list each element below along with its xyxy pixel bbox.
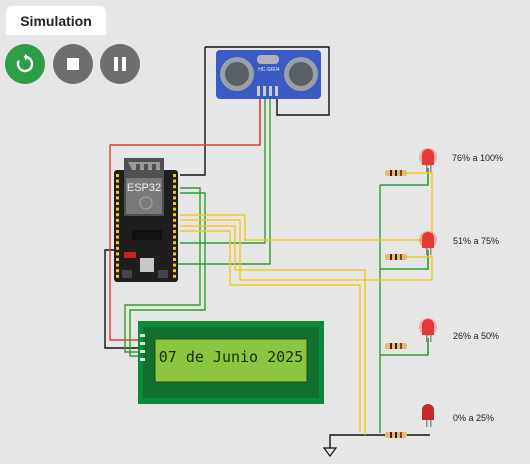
lcd-text: 07 de Junio 2025 bbox=[159, 348, 304, 366]
esp32-pin bbox=[116, 235, 119, 239]
esp32-pin bbox=[173, 246, 176, 250]
esp32-pin bbox=[116, 252, 119, 256]
esp32-pin bbox=[173, 258, 176, 261]
esp32-pin bbox=[173, 241, 176, 245]
esp32-pin bbox=[173, 179, 176, 183]
esp32-pin bbox=[116, 218, 119, 222]
resistor-3 bbox=[385, 343, 407, 349]
led-1-label: 76% a 100% bbox=[452, 153, 503, 163]
esp32-pin bbox=[116, 241, 119, 245]
esp32-pin bbox=[116, 174, 119, 177]
esp32-pin bbox=[173, 207, 176, 211]
esp32-pin bbox=[173, 218, 176, 222]
esp32-board[interactable]: ESP32 bbox=[114, 158, 178, 282]
circuit-canvas[interactable]: HC-SR04 ESP32 07 de Junio 2025 76% a 100… bbox=[0, 0, 530, 464]
ultrasonic-sensor[interactable]: HC-SR04 bbox=[216, 50, 321, 99]
esp32-pin bbox=[173, 224, 176, 228]
led-4[interactable] bbox=[422, 404, 434, 427]
esp32-pin bbox=[173, 252, 176, 256]
esp32-pin bbox=[116, 196, 119, 200]
lcd-display[interactable]: 07 de Junio 2025 bbox=[138, 321, 324, 404]
esp32-pin bbox=[173, 190, 176, 194]
esp32-pin bbox=[173, 269, 176, 273]
esp32-pin bbox=[116, 274, 119, 278]
resistor-4 bbox=[385, 432, 407, 438]
esp32-pin bbox=[116, 246, 119, 250]
esp32-pin bbox=[173, 185, 176, 189]
esp32-pin bbox=[173, 202, 176, 205]
esp32-pin bbox=[116, 202, 119, 205]
resistor-1 bbox=[385, 170, 407, 176]
resistors bbox=[385, 170, 407, 438]
esp32-pin bbox=[173, 235, 176, 239]
esp32-pin bbox=[173, 230, 176, 233]
esp32-label: ESP32 bbox=[127, 182, 161, 194]
esp32-pin bbox=[116, 179, 119, 183]
esp32-pin bbox=[116, 263, 119, 267]
led-4-label: 0% a 25% bbox=[453, 413, 494, 423]
esp32-pin bbox=[173, 274, 176, 278]
sensor-label: HC-SR04 bbox=[258, 67, 280, 73]
esp32-pin bbox=[116, 230, 119, 233]
esp32-pin bbox=[116, 213, 119, 217]
esp32-pin bbox=[116, 207, 119, 211]
esp32-pin bbox=[173, 213, 176, 217]
esp32-pin bbox=[116, 224, 119, 228]
esp32-pin bbox=[173, 263, 176, 267]
esp32-pin bbox=[173, 196, 176, 200]
esp32-pin bbox=[173, 174, 176, 177]
resistor-2 bbox=[385, 254, 407, 260]
led-2-label: 51% a 75% bbox=[453, 236, 499, 246]
esp32-pin bbox=[116, 258, 119, 261]
esp32-pin bbox=[116, 185, 119, 189]
ground-symbol bbox=[322, 447, 338, 457]
led-3-label: 26% a 50% bbox=[453, 331, 499, 341]
esp32-pin bbox=[116, 190, 119, 194]
esp32-pin bbox=[116, 269, 119, 273]
